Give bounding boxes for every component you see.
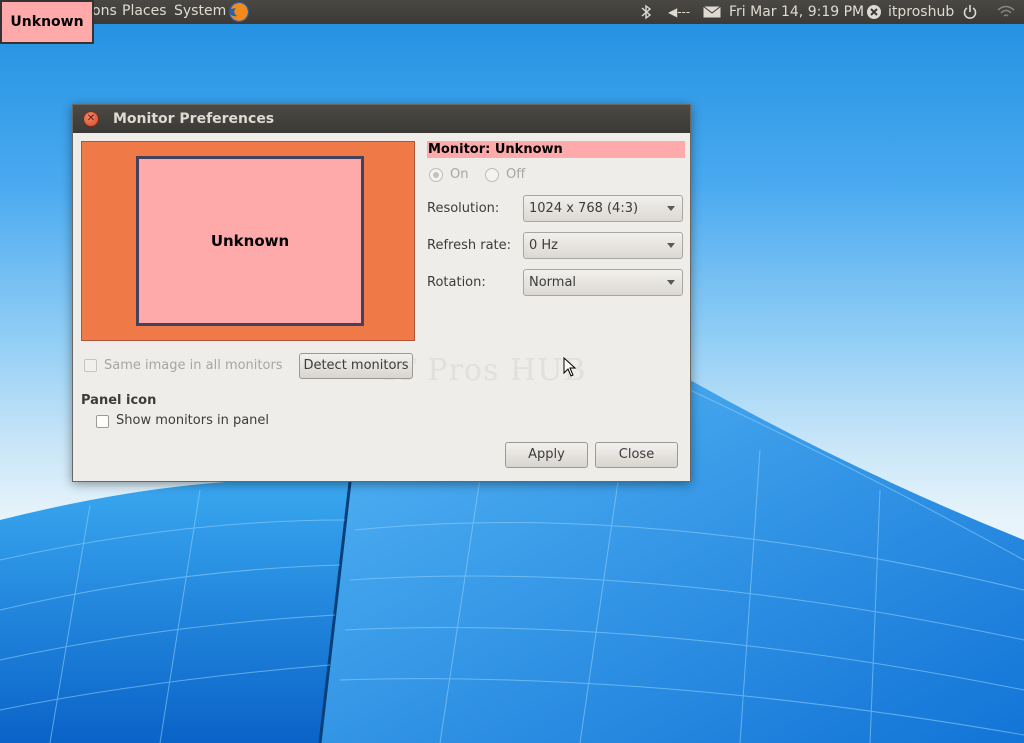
refresh-rate-select[interactable]: 0 Hz (523, 232, 683, 259)
refresh-rate-label: Refresh rate: (427, 238, 512, 253)
clock[interactable]: Fri Mar 14, 9:19 PM (729, 0, 864, 24)
monitor-box[interactable]: Unknown (136, 156, 364, 326)
rotation-select[interactable]: Normal (523, 269, 683, 296)
dropdown-arrow-icon (667, 206, 675, 211)
menu-places[interactable]: Places (122, 3, 167, 19)
radio-off[interactable]: Off (485, 167, 525, 182)
user-status-icon[interactable] (866, 0, 882, 24)
refresh-rate-value: 0 Hz (529, 238, 559, 253)
monitor-header: Monitor: Unknown (427, 141, 685, 158)
monitor-layout-area[interactable]: Unknown (81, 141, 415, 341)
show-monitors-label: Show monitors in panel (116, 413, 270, 428)
monitor-preferences-dialog: ✕ Monitor Preferences IT Pros HUB Unknow… (72, 104, 691, 482)
menu-applications[interactable]: ons (92, 3, 117, 19)
mail-icon[interactable] (703, 0, 721, 24)
watermark: IT Pros HUB (383, 353, 587, 388)
rotation-label: Rotation: (427, 275, 486, 290)
power-icon[interactable] (962, 0, 978, 24)
monitor-identify-label: Unknown (0, 0, 94, 44)
close-window-icon[interactable]: ✕ (83, 111, 99, 127)
same-image-checkbox[interactable] (84, 359, 97, 372)
show-monitors-checkbox[interactable] (96, 415, 109, 428)
resolution-select[interactable]: 1024 x 768 (4:3) (523, 195, 683, 222)
mouse-cursor-icon (563, 357, 577, 377)
radio-off-button[interactable] (485, 167, 499, 182)
network-icon[interactable] (996, 0, 1016, 24)
radio-on-label: On (450, 167, 469, 182)
top-panel: ons Places System ◀--- Fri Mar 14, 9:19 … (0, 0, 1024, 24)
panel-icon-heading: Panel icon (81, 393, 157, 408)
resolution-value: 1024 x 768 (4:3) (529, 201, 639, 216)
detect-monitors-button[interactable]: Detect monitors (299, 353, 413, 379)
username[interactable]: itproshub (888, 0, 954, 24)
radio-on[interactable]: On (429, 167, 468, 182)
radio-off-label: Off (506, 167, 526, 182)
resolution-label: Resolution: (427, 201, 500, 216)
firefox-icon[interactable] (227, 0, 251, 28)
same-image-label: Same image in all monitors (104, 358, 283, 373)
apply-button[interactable]: Apply (505, 442, 588, 468)
dropdown-arrow-icon (667, 280, 675, 285)
close-button[interactable]: Close (595, 442, 678, 468)
dialog-title: Monitor Preferences (113, 111, 275, 127)
dropdown-arrow-icon (667, 243, 675, 248)
bluetooth-icon[interactable] (640, 0, 652, 24)
radio-on-button[interactable] (429, 167, 443, 182)
dialog-titlebar[interactable]: ✕ Monitor Preferences (73, 105, 690, 133)
rotation-value: Normal (529, 275, 577, 290)
menu-system[interactable]: System (174, 3, 226, 19)
volume-icon[interactable]: ◀--- (668, 0, 690, 24)
